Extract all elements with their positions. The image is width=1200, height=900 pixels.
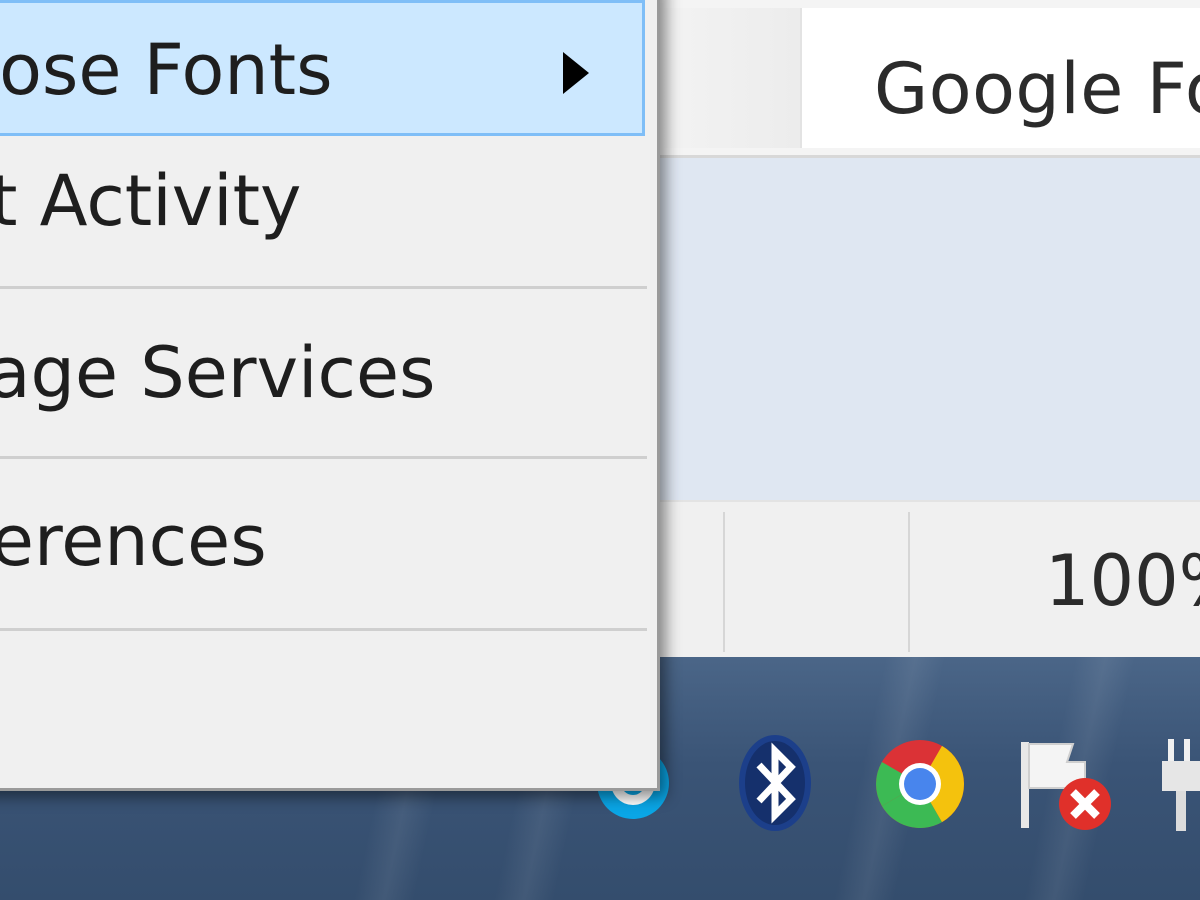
status-divider (723, 512, 725, 652)
menu-separator (0, 628, 647, 631)
context-menu: Choose Fonts Font Activity Manage Servic… (0, 0, 660, 791)
font-selector-value: Google Fo (874, 48, 1200, 130)
menu-item-empty[interactable] (0, 634, 645, 784)
action-center-flag-icon[interactable] (1015, 738, 1120, 833)
menu-item-preferences[interactable]: Preferences (0, 462, 645, 622)
font-selector[interactable]: Google Fo (800, 8, 1200, 148)
menu-item-label: Font Activity (0, 160, 302, 242)
menu-separator (0, 286, 647, 289)
menu-item-font-activity[interactable]: Font Activity (0, 136, 645, 266)
menu-item-choose-fonts[interactable]: Choose Fonts (0, 0, 645, 136)
toolbar-panel (660, 8, 800, 148)
menu-item-label: Choose Fonts (0, 29, 333, 111)
chrome-icon[interactable] (872, 738, 968, 830)
font-toolbar: Google Fo (640, 0, 1200, 158)
power-plug-icon[interactable] (1162, 735, 1200, 835)
status-bar: 100% (640, 500, 1200, 657)
menu-item-label: Manage Services (0, 332, 436, 414)
menu-item-manage-services[interactable]: Manage Services (0, 292, 645, 450)
menu-separator (0, 456, 647, 459)
bluetooth-icon[interactable] (735, 733, 815, 833)
document-area[interactable] (640, 158, 1200, 500)
menu-item-label: Preferences (0, 500, 267, 582)
status-divider (908, 512, 910, 652)
screen: Google Fo 100% Choose Fonts Font Activit… (0, 0, 1200, 900)
submenu-arrow-icon (563, 52, 589, 94)
zoom-level[interactable]: 100% (1045, 540, 1200, 622)
